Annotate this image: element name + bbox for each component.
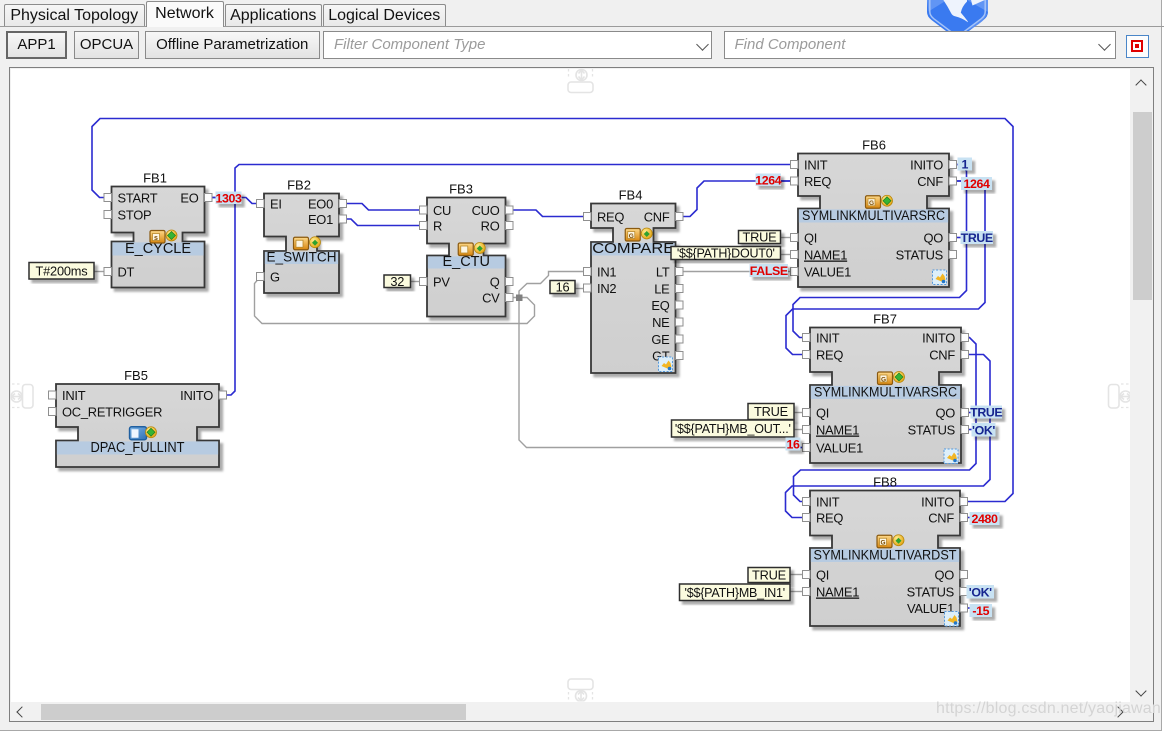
svg-text:STATUS: STATUS (907, 585, 954, 600)
svg-text:G: G (881, 376, 886, 383)
svg-text:'$${PATH}DOUT0': '$${PATH}DOUT0' (677, 247, 775, 261)
svg-text:RO: RO (481, 219, 500, 234)
svg-text:INIT: INIT (816, 495, 840, 510)
svg-text:-15: -15 (972, 604, 989, 618)
svg-text:DPAC_FULLINT: DPAC_FULLINT (91, 440, 185, 456)
svg-text:FB6: FB6 (862, 138, 886, 153)
svg-text:16: 16 (556, 280, 570, 295)
svg-text:CNF: CNF (929, 348, 955, 363)
svg-text:1: 1 (962, 158, 969, 172)
svg-text:IN2: IN2 (597, 281, 616, 296)
svg-text:'OK': 'OK' (969, 585, 992, 599)
svg-text:CUO: CUO (472, 203, 500, 218)
svg-text:LT: LT (656, 265, 670, 280)
svg-text:'OK': 'OK' (972, 423, 995, 437)
svg-text:'$${PATH}MB_OUT...': '$${PATH}MB_OUT...' (675, 422, 791, 436)
svg-text:NAME1: NAME1 (816, 423, 859, 438)
svg-text:1264: 1264 (964, 177, 990, 191)
svg-text:E_CTU: E_CTU (442, 254, 490, 270)
svg-text:16: 16 (787, 438, 800, 452)
svg-text:TRUE: TRUE (752, 568, 786, 583)
svg-text:DT: DT (118, 265, 135, 280)
svg-text:'$${PATH}MB_IN1': '$${PATH}MB_IN1' (685, 586, 785, 600)
svg-text:CU: CU (433, 203, 451, 218)
svg-text:QI: QI (816, 406, 829, 421)
svg-text:T#200ms: T#200ms (36, 263, 88, 278)
svg-text:QO: QO (934, 568, 954, 583)
svg-text:FB2: FB2 (287, 178, 311, 193)
svg-text:FB5: FB5 (124, 368, 148, 383)
svg-text:FB1: FB1 (143, 171, 167, 186)
svg-text:SYMLINKMULTIVARSRC: SYMLINKMULTIVARSRC (814, 385, 957, 400)
svg-text:QI: QI (804, 231, 817, 246)
svg-text:EI: EI (270, 197, 282, 212)
svg-text:REQ: REQ (816, 511, 843, 526)
svg-text:TRUE: TRUE (742, 230, 776, 245)
svg-text:INITO: INITO (180, 388, 213, 403)
svg-text:TRUE: TRUE (961, 231, 993, 245)
svg-text:EO: EO (180, 191, 198, 206)
svg-text:FB3: FB3 (449, 182, 473, 197)
svg-text:STATUS: STATUS (896, 248, 943, 263)
svg-text:STATUS: STATUS (908, 423, 955, 438)
svg-text:E_SWITCH: E_SWITCH (267, 249, 337, 265)
svg-text:R: R (433, 219, 442, 234)
svg-text:FB4: FB4 (619, 188, 643, 203)
svg-text:EO1: EO1 (308, 212, 333, 227)
svg-text:1264: 1264 (755, 173, 781, 187)
svg-text:OC_RETRIGGER: OC_RETRIGGER (62, 405, 162, 420)
svg-text:Q: Q (490, 275, 500, 290)
svg-text:REQ: REQ (816, 348, 843, 363)
svg-text:QO: QO (923, 231, 943, 246)
svg-text:s: s (154, 235, 158, 242)
svg-text:G: G (869, 200, 874, 207)
svg-text:QI: QI (816, 568, 829, 583)
svg-text:CNF: CNF (644, 210, 670, 225)
svg-text:REQ: REQ (804, 174, 831, 189)
svg-text:INITO: INITO (921, 495, 954, 510)
svg-text:CV: CV (482, 291, 500, 306)
svg-text:TRUE: TRUE (970, 406, 1002, 420)
svg-text:CNF: CNF (928, 511, 954, 526)
svg-text:G: G (270, 270, 280, 285)
svg-text:INIT: INIT (62, 388, 86, 403)
svg-text:NAME1: NAME1 (804, 248, 847, 263)
svg-text:COMPARE: COMPARE (592, 241, 674, 257)
svg-text:2480: 2480 (972, 512, 998, 526)
svg-text:QO: QO (935, 406, 955, 421)
svg-text:CNF: CNF (917, 174, 943, 189)
svg-text:NE: NE (652, 315, 670, 330)
svg-text:G: G (880, 540, 885, 547)
svg-text:NAME1: NAME1 (816, 585, 859, 600)
svg-text:EQ: EQ (651, 298, 669, 313)
svg-text:FALSE: FALSE (750, 264, 788, 278)
svg-text:TRUE: TRUE (754, 404, 788, 419)
svg-text:REQ: REQ (597, 210, 624, 225)
svg-text:START: START (118, 191, 158, 206)
svg-text:IN1: IN1 (597, 265, 616, 280)
svg-text:LE: LE (654, 282, 670, 297)
svg-text:GE: GE (651, 332, 670, 347)
svg-text:INITO: INITO (922, 331, 955, 346)
svg-text:VALUE1: VALUE1 (804, 265, 851, 280)
svg-text:G: G (629, 233, 634, 240)
svg-text:INIT: INIT (816, 331, 840, 346)
svg-text:SYMLINKMULTIVARDST: SYMLINKMULTIVARDST (814, 548, 957, 563)
svg-text:STOP: STOP (118, 208, 152, 223)
svg-text:EO0: EO0 (308, 197, 333, 212)
svg-text:1303: 1303 (216, 191, 242, 205)
svg-text:FB8: FB8 (873, 475, 897, 490)
svg-text:PV: PV (433, 275, 450, 290)
svg-text:FB7: FB7 (873, 312, 897, 327)
svg-text:INIT: INIT (804, 158, 828, 173)
svg-text:32: 32 (390, 274, 404, 289)
svg-text:INITO: INITO (910, 158, 943, 173)
svg-text:VALUE1: VALUE1 (816, 441, 863, 456)
svg-text:SYMLINKMULTIVARSRC: SYMLINKMULTIVARSRC (802, 208, 945, 223)
